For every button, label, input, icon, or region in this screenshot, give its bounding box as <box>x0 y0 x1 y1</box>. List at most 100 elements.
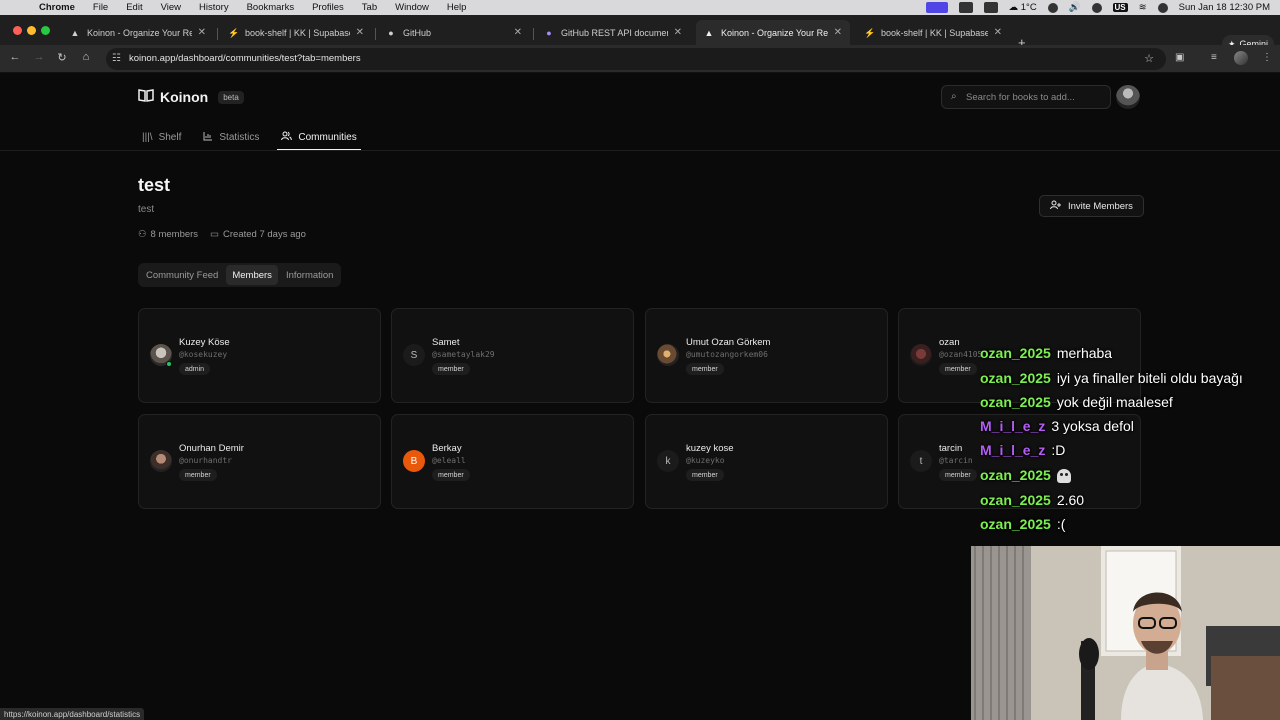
url-text[interactable]: koinon.app/dashboard/communities/test?ta… <box>129 53 361 64</box>
browser-tab[interactable]: ▲ Koinon - Organize Your Readi ✕ <box>62 20 214 45</box>
control-center-icon[interactable] <box>1157 2 1168 13</box>
close-tab-icon[interactable]: ✕ <box>514 27 522 38</box>
member-avatar <box>150 450 172 472</box>
address-bar[interactable]: ☷ koinon.app/dashboard/communities/test?… <box>106 48 1166 70</box>
community-title: test <box>138 175 171 195</box>
nav-statistics[interactable]: Statistics <box>199 124 263 150</box>
invite-members-button[interactable]: Invite Members <box>1039 195 1144 217</box>
main-nav: |||\ Shelf Statistics Communities <box>138 124 375 151</box>
user-avatar[interactable] <box>1116 85 1140 109</box>
chat-message: ozan_2025 <box>980 467 1071 484</box>
chat-message: ozan_2025 yok değil maalesef <box>980 394 1173 410</box>
user-status-icon[interactable] <box>1091 2 1102 13</box>
forward-button[interactable]: → <box>32 51 46 63</box>
close-tab-icon[interactable]: ✕ <box>198 27 206 38</box>
tab-information[interactable]: Information <box>280 265 340 285</box>
koinon-icon: ▲ <box>70 27 80 38</box>
member-avatar: t <box>910 450 932 472</box>
chat-username: ozan_2025 <box>980 370 1051 386</box>
window-minimize-button[interactable] <box>27 26 36 35</box>
media-controls-icon[interactable]: ≡ <box>1211 52 1217 63</box>
role-badge: member <box>432 469 470 481</box>
member-name: ozan <box>939 337 960 348</box>
chat-text: 3 yoksa defol <box>1051 418 1134 434</box>
member-card[interactable]: B Berkay @eleall member <box>391 414 634 509</box>
brand-name: Koinon <box>160 89 209 105</box>
member-username: @kosekuzey <box>179 350 228 359</box>
profile-avatar[interactable] <box>1234 51 1248 65</box>
book-search[interactable]: ⌕ <box>941 85 1111 109</box>
reload-button[interactable]: ↻ <box>55 51 69 64</box>
member-username: @onurhandtr <box>179 456 232 465</box>
chat-text: :( <box>1056 516 1066 532</box>
menu-window[interactable]: Window <box>386 2 438 13</box>
chat-message: M_i_l_e_z 3 yoksa defol <box>980 418 1134 434</box>
browser-tab[interactable]: ● GitHub ✕ <box>378 20 530 45</box>
users-icon <box>281 131 293 144</box>
member-name: kuzey kose <box>686 443 734 454</box>
bookmark-star-icon[interactable]: ☆ <box>1144 52 1154 65</box>
site-info-icon[interactable]: ☷ <box>112 53 121 64</box>
back-button[interactable]: ← <box>8 51 22 63</box>
browser-tab-active[interactable]: ▲ Koinon - Organize Your Readi ✕ <box>696 20 850 45</box>
focus-icon[interactable] <box>1047 2 1058 13</box>
screen-mirror-icon[interactable] <box>925 2 948 13</box>
community-meta: ⚇ 8 members ▭ Created 7 days ago <box>138 229 306 240</box>
member-avatar: S <box>403 344 425 366</box>
wifi-icon[interactable]: ≋ <box>1139 2 1147 13</box>
tab-title: GitHub REST API documentati <box>561 27 668 38</box>
battery-menu-icon[interactable] <box>983 2 998 13</box>
member-name: Berkay <box>432 443 462 454</box>
member-card[interactable]: Kuzey Köse @kosekuzey admin <box>138 308 381 403</box>
member-card[interactable]: k kuzey kose @kuzeyko member <box>645 414 888 509</box>
menu-bookmarks[interactable]: Bookmarks <box>238 2 304 13</box>
kebab-menu-icon[interactable]: ⋮ <box>1262 52 1272 63</box>
weather-status[interactable]: ☁ 1°C <box>1009 2 1037 13</box>
member-username: @sametaylak29 <box>432 350 495 359</box>
close-tab-icon[interactable]: ✕ <box>674 27 682 38</box>
member-card[interactable]: S Samet @sametaylak29 member <box>391 308 634 403</box>
menu-help[interactable]: Help <box>438 2 476 13</box>
extension-status-icon[interactable] <box>958 2 973 13</box>
beta-badge: beta <box>218 90 244 104</box>
browser-tab-strip: ▲ Koinon - Organize Your Readi ✕ ⚡ book-… <box>0 15 1280 53</box>
browser-tab[interactable]: ⚡ book-shelf | KK | Supabase ✕ <box>220 20 372 45</box>
community-tabs: Community Feed Members Information <box>138 263 342 287</box>
keyboard-layout-indicator[interactable]: US <box>1112 3 1128 12</box>
calendar-icon: ▭ <box>210 229 220 240</box>
menu-file[interactable]: File <box>84 2 117 13</box>
home-button[interactable]: ⌂ <box>79 51 93 63</box>
menu-history[interactable]: History <box>190 2 238 13</box>
stream-chat-overlay: ozan_2025 merhaba ozan_2025 iyi ya finalle… <box>980 325 1280 540</box>
role-badge: member <box>686 469 724 481</box>
tab-title: Koinon - Organize Your Readi <box>721 27 828 38</box>
window-close-button[interactable] <box>13 26 22 35</box>
member-card[interactable]: Umut Ozan Görkem @umutozangorkem06 membe… <box>645 308 888 403</box>
tab-members[interactable]: Members <box>226 265 278 285</box>
search-input[interactable] <box>966 89 1106 105</box>
menu-edit[interactable]: Edit <box>117 2 151 13</box>
brand-logo[interactable]: Koinon beta <box>138 88 244 106</box>
close-tab-icon[interactable]: ✕ <box>834 27 842 38</box>
nav-communities[interactable]: Communities <box>277 124 362 151</box>
browser-tab[interactable]: ● GitHub REST API documentati ✕ <box>536 20 690 45</box>
member-avatar <box>910 344 932 366</box>
browser-tab[interactable]: ⚡ book-shelf | KK | Supabase ✕ <box>856 20 1010 45</box>
chart-icon <box>203 131 213 144</box>
menu-app-name[interactable]: Chrome <box>30 2 84 13</box>
tab-search-icon[interactable]: ▣ <box>1175 52 1184 63</box>
chat-text: yok değil maalesef <box>1056 394 1173 410</box>
menu-profiles[interactable]: Profiles <box>303 2 353 13</box>
nav-shelf[interactable]: |||\ Shelf <box>138 124 185 150</box>
tab-community-feed[interactable]: Community Feed <box>140 265 224 285</box>
chat-text: :D <box>1051 442 1066 458</box>
menu-tab[interactable]: Tab <box>353 2 386 13</box>
close-tab-icon[interactable]: ✕ <box>994 27 1002 38</box>
volume-icon[interactable]: 🔊 <box>1069 2 1081 13</box>
clock[interactable]: Sun Jan 18 12:30 PM <box>1179 2 1270 13</box>
member-card[interactable]: Onurhan Demir @onurhandtr member <box>138 414 381 509</box>
close-tab-icon[interactable]: ✕ <box>356 27 364 38</box>
window-zoom-button[interactable] <box>41 26 50 35</box>
menu-view[interactable]: View <box>152 2 190 13</box>
chat-text: merhaba <box>1056 345 1113 361</box>
